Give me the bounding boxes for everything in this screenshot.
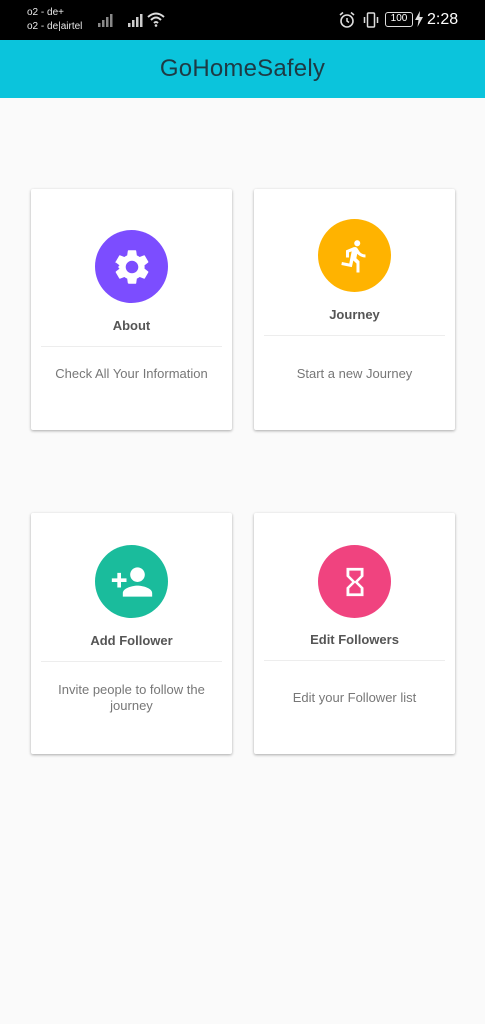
journey-icon-circle	[318, 219, 391, 292]
wifi-icon	[147, 12, 165, 27]
edit-followers-card[interactable]: Edit Followers Edit your Follower list	[254, 513, 455, 754]
clock: 2:28	[427, 11, 459, 28]
status-bar: o2 - de+ o2 - de|airtel 100 2:28	[0, 0, 485, 40]
add-person-icon	[111, 566, 152, 597]
alarm-icon	[339, 11, 355, 28]
carrier-label-1: o2 - de+	[27, 7, 64, 18]
journey-title: Journey	[329, 307, 380, 322]
app-title: GoHomeSafely	[159, 55, 326, 82]
carrier-label-2: o2 - de|airtel	[27, 21, 83, 32]
journey-card[interactable]: Journey Start a new Journey	[254, 189, 455, 430]
app-bar: GoHomeSafely	[0, 40, 485, 98]
card-divider	[264, 335, 445, 336]
about-card[interactable]: About Check All Your Information	[31, 189, 232, 430]
vibrate-icon	[363, 12, 379, 28]
about-description: Check All Your Information	[55, 366, 208, 381]
edit-followers-icon-circle	[318, 545, 391, 618]
about-title: About	[112, 318, 151, 333]
running-person-icon	[340, 239, 365, 272]
add-follower-icon-circle	[95, 545, 168, 618]
edit-followers-title: Edit Followers	[310, 632, 399, 647]
add-follower-description: Invite people to follow the journey	[58, 682, 205, 713]
edit-followers-description: Edit your Follower list	[292, 690, 417, 705]
card-divider	[41, 661, 222, 662]
signal-icon	[98, 14, 113, 27]
add-follower-title: Add Follower	[90, 633, 173, 648]
gear-icon	[114, 249, 148, 284]
journey-description: Start a new Journey	[296, 366, 413, 381]
about-icon-circle	[95, 230, 168, 303]
charging-icon	[415, 11, 423, 27]
card-divider	[41, 346, 222, 347]
battery-icon: 100	[385, 12, 413, 27]
hourglass-icon	[346, 567, 363, 596]
card-divider	[264, 660, 445, 661]
signal-icon	[128, 14, 143, 27]
add-follower-card[interactable]: Add Follower Invite people to follow the…	[31, 513, 232, 754]
